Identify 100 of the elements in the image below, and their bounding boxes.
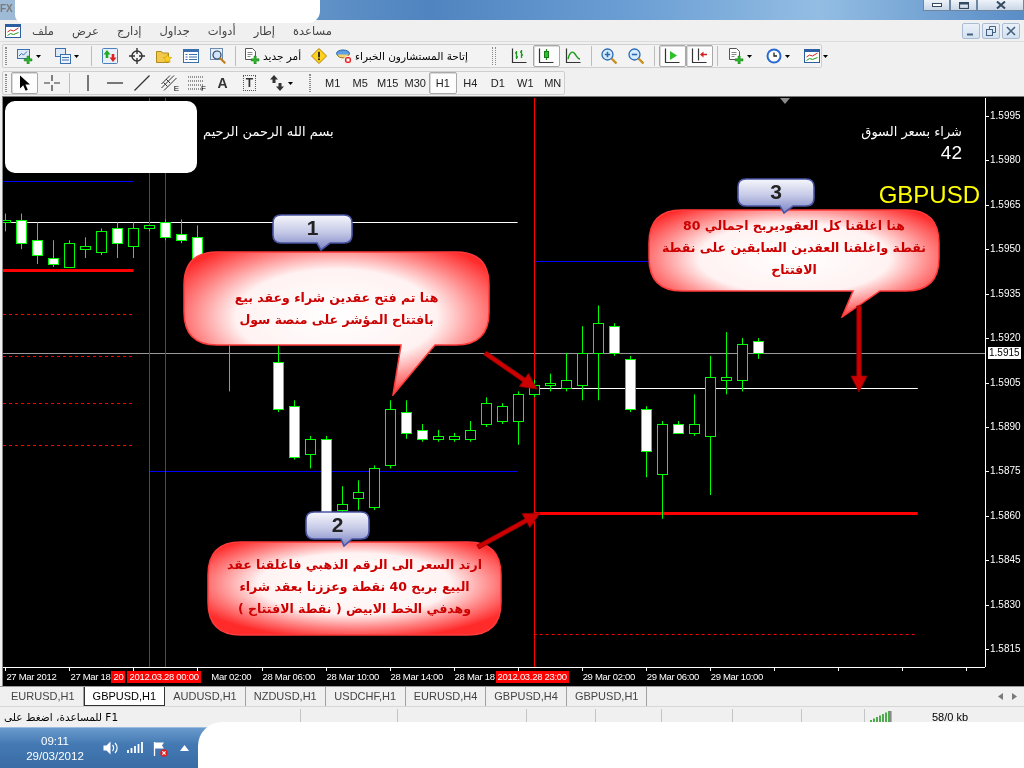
crosshair-circle-icon[interactable] [128, 48, 145, 64]
price-label: 1.5815 [990, 643, 1021, 656]
level-lines-button[interactable]: F [182, 72, 209, 94]
maximize-icon[interactable] [958, 1, 969, 9]
timeframe-button[interactable]: W1 [511, 72, 539, 94]
timeframe-button[interactable]: D1 [484, 72, 512, 94]
clock-date[interactable]: 29/03/2012 [20, 749, 90, 763]
scroll-right-icon[interactable] [1012, 693, 1017, 700]
timeframe-button[interactable]: M15 [374, 72, 402, 94]
candlestick-icon[interactable] [538, 48, 555, 64]
caret-icon[interactable] [288, 81, 293, 85]
expert-advisors-button[interactable]: إتاحة المستشارون الخبراء [332, 45, 472, 67]
text-button[interactable]: A [209, 72, 236, 94]
flag-icon[interactable] [152, 741, 168, 757]
chart-window-icon[interactable] [5, 22, 21, 39]
status-text: للمساعدة، اضغط على F1 [4, 710, 119, 724]
menu-item[interactable]: إطار [244, 22, 285, 39]
candlestick-button[interactable] [532, 45, 560, 67]
menu-item[interactable]: جداول [150, 22, 199, 39]
windows-icon[interactable] [55, 48, 71, 64]
document-plus-icon[interactable] [244, 48, 260, 64]
price-label: 1.5950 [990, 243, 1021, 256]
time-label: 27 Mar 18 [70, 671, 111, 683]
clock-icon[interactable] [765, 48, 782, 64]
up-arrow-icon[interactable] [180, 745, 189, 751]
time-label: 27 Mar 2012 [6, 671, 57, 683]
price-label: 1.5845 [990, 554, 1021, 567]
caret-icon[interactable] [822, 54, 828, 58]
restore-button[interactable] [982, 22, 1000, 39]
menu-item[interactable]: إدارج [108, 22, 151, 39]
line-chart-icon[interactable] [565, 48, 582, 64]
chart-tab[interactable]: GBPUSD,H1 [83, 687, 166, 706]
caret-icon[interactable] [784, 54, 790, 58]
vertical-line-icon[interactable] [85, 75, 90, 91]
close-button[interactable] [977, 0, 1024, 11]
time-label: 29 Mar 10:00 [710, 671, 764, 683]
arrows-icon[interactable] [269, 75, 285, 91]
timeframe-button[interactable]: H1 [429, 72, 457, 94]
axis-arrow-icon[interactable] [691, 48, 708, 64]
new-order-button[interactable]: أمر جديد [240, 45, 306, 67]
timeframe-button[interactable]: M1 [319, 72, 347, 94]
clock-time[interactable]: 09:11 [20, 734, 90, 748]
auto-scroll-button[interactable] [658, 45, 686, 67]
menu-item[interactable]: عرض [62, 22, 108, 39]
time-label: 29 Mar 06:00 [646, 671, 700, 683]
menu-item[interactable]: أدوات [198, 22, 245, 39]
traffic-text: 58/0 kb [932, 710, 969, 724]
dotted-lines-icon[interactable] [187, 76, 204, 90]
close-icon[interactable] [1006, 25, 1016, 36]
price-label: 1.5965 [990, 198, 1021, 211]
chart-shift-button[interactable] [685, 45, 713, 67]
minimize-icon[interactable] [931, 3, 942, 7]
close-button[interactable] [1002, 22, 1020, 39]
time-label: Mar 02:00 [211, 671, 252, 683]
trend-line-icon[interactable] [133, 75, 150, 91]
caret-icon[interactable] [74, 54, 79, 58]
cursor-button[interactable] [11, 72, 38, 94]
time-label: 29 Mar 02:00 [582, 671, 635, 683]
warning-icon[interactable] [310, 48, 327, 64]
hat-stop-icon[interactable] [336, 48, 353, 64]
time-label: 28 Mar 10:00 [326, 671, 379, 683]
menu-item[interactable]: مساعدة [284, 22, 341, 39]
price-label: 1.5875 [990, 465, 1021, 478]
zoom-out-icon[interactable] [628, 48, 645, 64]
timeframe-button[interactable]: MN [539, 72, 567, 94]
list-window-icon[interactable] [182, 48, 199, 64]
signal-bars-icon [870, 711, 892, 723]
axis-play-icon[interactable] [664, 48, 681, 64]
fan-lines-icon[interactable] [160, 75, 177, 91]
timeframe-button[interactable]: M5 [346, 72, 374, 94]
caret-icon[interactable] [746, 54, 752, 58]
restore-icon[interactable] [986, 25, 996, 36]
arrows-window-icon[interactable] [101, 48, 118, 64]
close-icon[interactable] [995, 1, 1006, 9]
signal-bars-icon[interactable] [127, 741, 143, 753]
timeframe-button[interactable]: H4 [456, 72, 484, 94]
price-label: 1.5935 [990, 287, 1021, 300]
bid-price-label: 1.5915 [988, 346, 1021, 359]
timeframe-button[interactable]: M30 [401, 72, 429, 94]
minimize-button[interactable] [923, 0, 950, 11]
chart-window-icon[interactable] [803, 48, 820, 64]
time-marker: 20 [111, 671, 126, 683]
document-plus-icon[interactable] [727, 48, 744, 64]
magnifier-window-icon[interactable] [209, 48, 226, 64]
chart-plus-icon[interactable] [17, 48, 33, 64]
scroll-left-icon[interactable] [998, 693, 1003, 700]
menu-item[interactable]: ملف [23, 22, 63, 39]
bar-chart-icon[interactable] [511, 48, 528, 64]
horizontal-line-icon[interactable] [106, 81, 123, 85]
text-label-button[interactable]: T [236, 72, 263, 94]
folder-star-icon[interactable] [155, 48, 172, 64]
caret-icon[interactable] [36, 54, 41, 58]
crosshair-icon[interactable] [43, 75, 60, 91]
speaker-icon[interactable] [103, 741, 119, 755]
time-label: 28 Mar 06:00 [262, 671, 315, 683]
maximize-button[interactable] [950, 0, 977, 11]
price-label: 1.5980 [990, 154, 1021, 167]
time-label: 28 Mar 14:00 [390, 671, 443, 683]
fan-lines-button[interactable]: E [155, 72, 182, 94]
zoom-in-icon[interactable] [601, 48, 618, 64]
